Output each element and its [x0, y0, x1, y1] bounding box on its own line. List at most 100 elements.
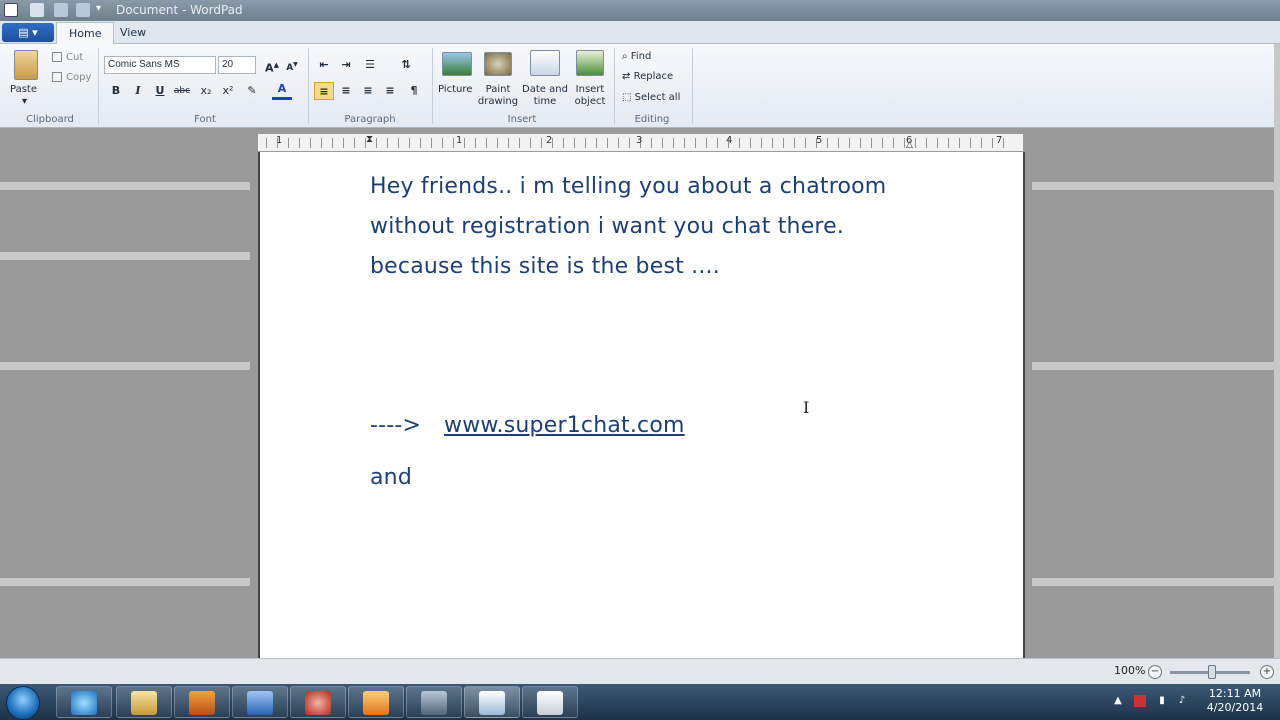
save-icon[interactable]	[30, 3, 44, 17]
select-all-button[interactable]: ⬚ Select all	[622, 91, 680, 105]
copy-button[interactable]: Copy	[66, 72, 91, 84]
ruler-number: 2	[546, 135, 553, 146]
document-line[interactable]: because this site is the best ....	[370, 254, 720, 279]
clock-time: 12:11 AM	[1208, 687, 1262, 700]
volume-icon[interactable]: ♪	[1176, 695, 1188, 707]
background-band	[0, 182, 250, 190]
zoom-slider-thumb[interactable]	[1208, 665, 1216, 679]
paste-dropdown-icon[interactable]: ▾	[22, 96, 27, 108]
clipboard-group-label: Clipboard	[26, 114, 74, 125]
insert-object-icon[interactable]	[576, 50, 604, 76]
start-button[interactable]	[6, 686, 40, 720]
date-time-button[interactable]: Date and time	[522, 84, 568, 108]
internet-explorer-icon	[71, 691, 97, 715]
document-line[interactable]: and	[370, 465, 412, 490]
status-bar: 100% − +	[0, 658, 1280, 684]
strikethrough-button[interactable]: abc	[172, 82, 192, 100]
arrow-text[interactable]: ---->	[370, 413, 421, 438]
align-left-icon[interactable]: ≡	[314, 82, 334, 100]
ruler-number: 3	[636, 135, 643, 146]
cut-button[interactable]: Cut	[66, 52, 83, 64]
increase-indent-icon[interactable]: ⇥	[336, 56, 356, 74]
font-size-combo[interactable]: 20	[218, 56, 256, 74]
window-title: Document - WordPad	[116, 3, 243, 17]
zoom-out-button[interactable]: −	[1148, 665, 1162, 679]
background-band	[0, 252, 250, 260]
taskbar-item-app[interactable]	[406, 686, 462, 718]
undo-icon[interactable]	[54, 3, 68, 17]
right-indent-marker-icon[interactable]: △	[906, 140, 913, 150]
object-label-line1: Insert	[575, 84, 605, 95]
insert-object-button[interactable]: Insert object	[570, 84, 610, 108]
indent-marker-icon[interactable]: ⧗	[366, 134, 373, 145]
find-button[interactable]: ⌕ Find	[622, 50, 651, 64]
document-link[interactable]: www.super1chat.com	[444, 413, 685, 438]
background-band	[0, 578, 250, 586]
line-spacing-icon[interactable]: ⇅	[396, 56, 416, 74]
justify-icon[interactable]: ≡	[380, 82, 400, 100]
grow-font-icon[interactable]: A▲	[262, 56, 282, 75]
wordpad-app-icon[interactable]	[4, 3, 18, 17]
bold-button[interactable]: B	[106, 82, 126, 100]
network-icon[interactable]: ▮	[1156, 695, 1168, 707]
background-band	[1032, 182, 1274, 190]
taskbar-item-vlc[interactable]	[348, 686, 404, 718]
bullets-icon[interactable]: ☰	[360, 56, 380, 74]
align-right-icon[interactable]: ≡	[358, 82, 378, 100]
paragraph-dialog-icon[interactable]: ¶	[404, 82, 424, 100]
group-separator	[98, 48, 99, 124]
align-center-icon[interactable]: ≡	[336, 82, 356, 100]
zoom-level: 100%	[1114, 664, 1146, 677]
taskbar-item-wordpad[interactable]	[464, 686, 520, 718]
replace-icon: ⇄	[622, 71, 631, 82]
customize-toolbar-icon[interactable]: ▾	[96, 3, 101, 14]
picture-button[interactable]: Picture	[438, 84, 472, 96]
shrink-font-icon[interactable]: A▼	[282, 56, 302, 74]
paint-drawing-icon[interactable]	[484, 52, 512, 76]
folder-icon	[131, 691, 157, 715]
picture-icon[interactable]	[442, 52, 472, 76]
tab-home[interactable]: Home	[56, 22, 115, 44]
taskbar-item-app[interactable]	[232, 686, 288, 718]
highlight-icon[interactable]: ✎	[242, 82, 262, 100]
clock-date: 4/20/2014	[1206, 701, 1264, 714]
underline-button[interactable]: U	[150, 82, 170, 100]
app-icon	[247, 691, 273, 715]
document-line[interactable]: without registration i want you chat the…	[370, 214, 844, 239]
taskbar-item-explorer[interactable]	[116, 686, 172, 718]
italic-button[interactable]: I	[128, 82, 148, 100]
subscript-button[interactable]: x₂	[196, 82, 216, 100]
document-page[interactable]: Hey friends.. i m telling you about a ch…	[258, 152, 1025, 658]
font-color-button[interactable]: A	[272, 82, 292, 100]
app-menu-button[interactable]: ▤ ▾	[2, 23, 54, 42]
media-player-icon	[189, 691, 215, 715]
zoom-in-button[interactable]: +	[1260, 665, 1274, 679]
paste-button[interactable]: Paste	[10, 84, 37, 96]
decrease-indent-icon[interactable]: ⇤	[314, 56, 334, 74]
paste-icon[interactable]	[14, 50, 38, 80]
date-label-line2: time	[533, 96, 557, 107]
superscript-button[interactable]: x²	[218, 82, 238, 100]
paint-drawing-button[interactable]: Paint drawing	[476, 84, 520, 108]
taskbar-item-media[interactable]	[174, 686, 230, 718]
select-all-label: Select all	[634, 92, 681, 103]
tab-view[interactable]: View	[108, 22, 158, 44]
replace-button[interactable]: ⇄ Replace	[622, 70, 673, 84]
taskbar-item-app[interactable]	[290, 686, 346, 718]
editing-group-label: Editing	[634, 114, 670, 125]
ruler-number: 4	[726, 135, 733, 146]
tray-app-icon[interactable]	[1134, 695, 1146, 707]
calendar-icon[interactable]	[530, 50, 560, 76]
redo-icon[interactable]	[76, 3, 90, 17]
font-family-combo[interactable]: Comic Sans MS	[104, 56, 216, 74]
ruler-number: 5	[816, 135, 823, 146]
vertical-scrollbar[interactable]	[1274, 44, 1280, 658]
taskbar-item-window[interactable]	[522, 686, 578, 718]
taskbar-item-browser[interactable]	[56, 686, 112, 718]
document-line[interactable]: Hey friends.. i m telling you about a ch…	[370, 174, 886, 199]
system-clock[interactable]: 12:11 AM 4/20/2014	[1198, 687, 1272, 715]
show-hidden-icons-icon[interactable]: ▲	[1112, 695, 1124, 707]
ruler-number: 1	[456, 135, 463, 146]
background-band	[1032, 578, 1274, 586]
ruler[interactable]: 1 1 2 3 4 5 6 7 ⧗ △	[258, 134, 1023, 152]
